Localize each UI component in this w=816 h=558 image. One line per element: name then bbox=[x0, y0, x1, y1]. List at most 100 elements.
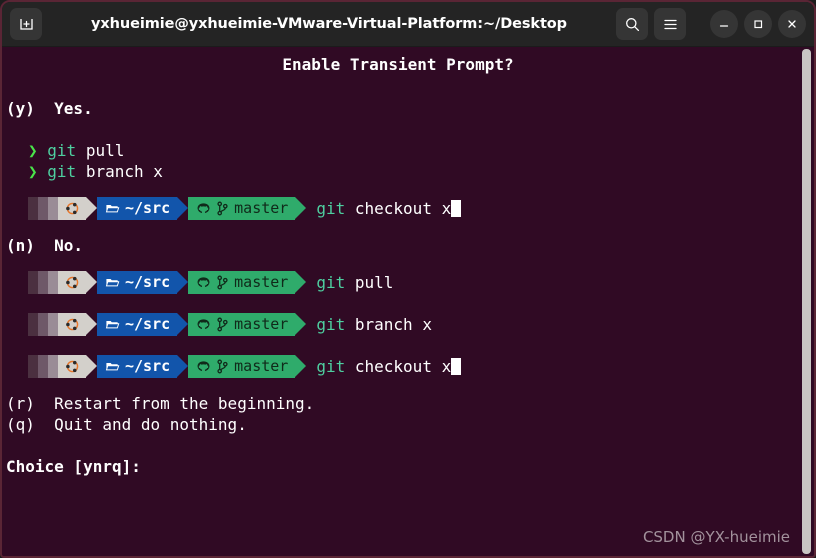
os-segment bbox=[58, 271, 86, 294]
powerline-prompt: ~/src bbox=[6, 351, 814, 382]
command-name: git bbox=[316, 273, 346, 292]
github-octocat-icon bbox=[196, 360, 211, 373]
transient-line: ❯ git pull bbox=[6, 140, 814, 161]
command-line: git pull bbox=[316, 271, 393, 294]
gradient-block bbox=[48, 271, 58, 294]
github-octocat-icon bbox=[196, 318, 211, 331]
segment-arrow bbox=[86, 271, 97, 293]
gradient-block bbox=[38, 197, 48, 220]
powerline-segments: ~/src master bbox=[28, 197, 307, 220]
search-button[interactable] bbox=[616, 8, 648, 40]
segment-arrow bbox=[295, 313, 307, 335]
git-segment: master bbox=[188, 355, 296, 378]
option-yes[interactable]: (y) Yes. bbox=[6, 98, 814, 119]
gradient-block bbox=[38, 271, 48, 294]
segment-arrow bbox=[295, 355, 307, 377]
segment-arrow bbox=[177, 313, 189, 335]
search-icon bbox=[624, 16, 641, 33]
command-args: branch x bbox=[76, 162, 163, 181]
git-branch-icon bbox=[216, 201, 229, 216]
terminal-output[interactable]: Enable Transient Prompt? (y) Yes. ❯ git … bbox=[2, 47, 814, 556]
git-branch-name: master bbox=[234, 199, 289, 217]
git-branch-icon bbox=[216, 275, 229, 290]
os-segment bbox=[58, 197, 86, 220]
powerline-segments: ~/src master bbox=[28, 271, 307, 294]
ubuntu-icon bbox=[65, 275, 80, 290]
git-branch-name: master bbox=[234, 315, 289, 333]
option-quit[interactable]: (q) Quit and do nothing. bbox=[6, 414, 814, 435]
git-segment: master bbox=[188, 313, 296, 336]
ubuntu-icon bbox=[65, 317, 80, 332]
menu-button[interactable] bbox=[654, 8, 686, 40]
git-branch-icon bbox=[216, 317, 229, 332]
segment-arrow bbox=[177, 197, 189, 219]
command-name: git bbox=[316, 357, 346, 376]
command-line: git checkout x bbox=[316, 197, 462, 220]
directory-segment: ~/src bbox=[97, 271, 178, 294]
git-segment: master bbox=[188, 271, 296, 294]
title-bar: yxhueimie@yxhueimie-VMware-Virtual-Platf… bbox=[2, 2, 814, 47]
powerline-segments: ~/src master bbox=[28, 313, 307, 336]
command-args: checkout x bbox=[345, 357, 452, 376]
directory-path: ~/src bbox=[125, 199, 171, 217]
github-octocat-icon bbox=[196, 202, 211, 215]
git-branch-name: master bbox=[234, 357, 289, 375]
powerline-segments: ~/src master bbox=[28, 355, 307, 378]
gradient-block bbox=[28, 271, 38, 294]
directory-segment: ~/src bbox=[97, 355, 178, 378]
transient-line: ❯ git branch x bbox=[6, 161, 814, 182]
os-segment bbox=[58, 355, 86, 378]
powerline-prompt: ~/src bbox=[6, 193, 814, 224]
close-icon bbox=[785, 17, 799, 31]
command-args: checkout x bbox=[345, 199, 452, 218]
text-cursor bbox=[451, 358, 462, 375]
maximize-button[interactable] bbox=[744, 10, 772, 38]
chevron-icon: ❯ bbox=[28, 141, 38, 160]
folder-icon bbox=[105, 275, 120, 290]
command-args: pull bbox=[345, 273, 394, 292]
directory-path: ~/src bbox=[125, 315, 171, 333]
directory-segment: ~/src bbox=[97, 197, 178, 220]
chevron-icon: ❯ bbox=[28, 162, 38, 181]
folder-icon bbox=[105, 317, 120, 332]
maximize-icon bbox=[751, 17, 765, 31]
command-name: git bbox=[47, 141, 77, 160]
segment-arrow bbox=[86, 355, 97, 377]
segment-arrow bbox=[177, 355, 189, 377]
directory-path: ~/src bbox=[125, 273, 171, 291]
command-name: git bbox=[47, 162, 77, 181]
command-line: git branch x bbox=[316, 313, 432, 336]
prompt-heading: Enable Transient Prompt? bbox=[282, 55, 514, 74]
command-name: git bbox=[316, 199, 346, 218]
terminal-window: yxhueimie@yxhueimie-VMware-Virtual-Platf… bbox=[0, 0, 816, 558]
ubuntu-icon bbox=[65, 359, 80, 374]
option-restart[interactable]: (r) Restart from the beginning. bbox=[6, 393, 814, 414]
minimize-icon bbox=[717, 17, 731, 31]
gradient-block bbox=[48, 355, 58, 378]
segment-arrow bbox=[295, 197, 307, 219]
segment-arrow bbox=[295, 271, 307, 293]
gradient-block bbox=[48, 197, 58, 220]
vertical-scrollbar[interactable] bbox=[802, 49, 811, 554]
gradient-block bbox=[28, 313, 38, 336]
gradient-block bbox=[28, 355, 38, 378]
gradient-block bbox=[28, 197, 38, 220]
git-segment: master bbox=[188, 197, 296, 220]
close-button[interactable] bbox=[778, 10, 806, 38]
command-name: git bbox=[316, 315, 346, 334]
choice-prompt[interactable]: Choice [ynrq]: bbox=[6, 456, 814, 477]
minimize-button[interactable] bbox=[710, 10, 738, 38]
gradient-block bbox=[48, 313, 58, 336]
window-title: yxhueimie@yxhueimie-VMware-Virtual-Platf… bbox=[91, 16, 567, 32]
option-no[interactable]: (n) No. bbox=[6, 235, 814, 256]
git-branch-icon bbox=[216, 359, 229, 374]
git-branch-name: master bbox=[234, 273, 289, 291]
powerline-prompt: ~/src bbox=[6, 309, 814, 340]
new-tab-button[interactable] bbox=[10, 8, 42, 40]
segment-arrow bbox=[86, 197, 97, 219]
